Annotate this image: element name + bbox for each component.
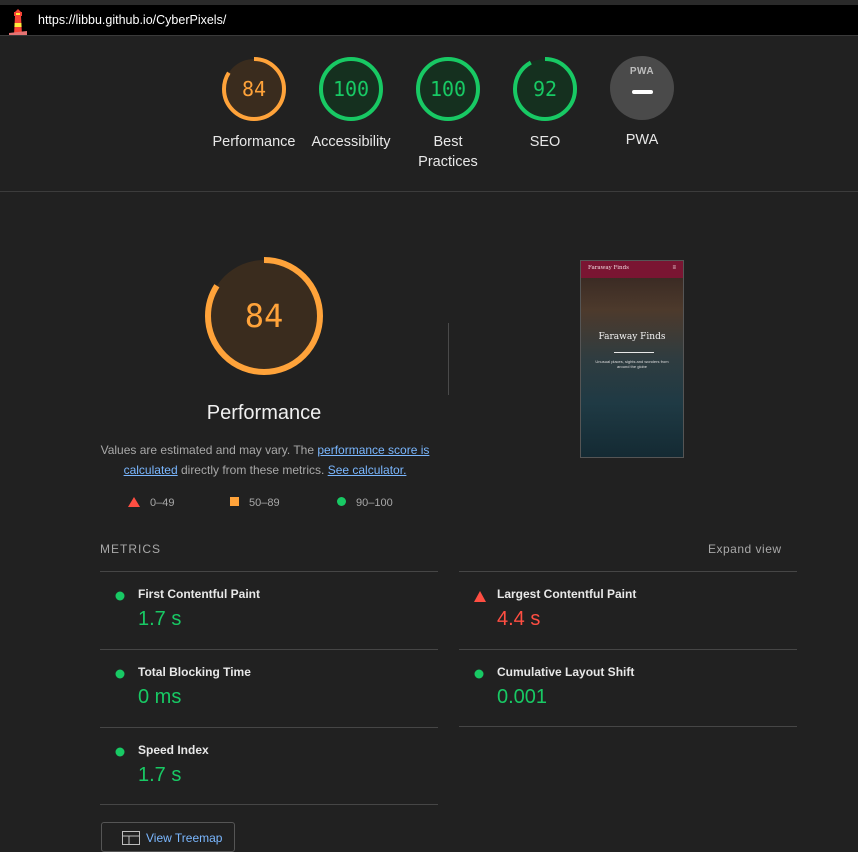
gauge-ring: 92: [512, 56, 578, 122]
metric-value: 1.7 s: [138, 608, 182, 630]
performance-gauge: 84: [204, 256, 324, 376]
screenshot-divider: [614, 352, 654, 353]
gauge-label: Accessibility: [311, 134, 391, 150]
screenshot-hero-title: Faraway Finds: [598, 332, 666, 342]
divider: [459, 726, 797, 727]
gauge-ring: 84: [221, 56, 287, 122]
metric-cumulative-layout-shift: Cumulative Layout Shift 0.001: [459, 649, 797, 728]
report-header: https://libbu.github.io/CyberPixels/: [0, 0, 858, 36]
metrics-header: METRICS: [100, 542, 161, 556]
green-circle-icon: [115, 591, 125, 601]
gauge-pwa[interactable]: PWA PWA: [592, 56, 692, 150]
desc-text: Values are estimated and may vary. The: [100, 443, 318, 457]
gauge-ring: 100: [415, 56, 481, 122]
gauge-score: 100: [429, 77, 467, 101]
view-treemap-button[interactable]: View Treemap: [101, 822, 235, 852]
desc-text: directly from these metrics.: [177, 463, 328, 477]
score-gauges: 84 Performance 100 Accessibility 100 Bes…: [0, 36, 858, 192]
final-screenshot[interactable]: Faraway Finds ≡ Faraway Finds Unusual pl…: [580, 260, 684, 458]
legend-range: 0–49: [150, 497, 175, 509]
gauge-performance[interactable]: 84 Performance: [204, 56, 304, 152]
divider: [100, 804, 438, 805]
screenshot-navbar: Faraway Finds ≡: [581, 261, 683, 278]
report-url[interactable]: https://libbu.github.io/CyberPixels/: [38, 13, 226, 27]
green-circle-icon: [115, 669, 125, 679]
performance-score: 84: [244, 297, 284, 335]
legend-fail: 0–49: [128, 497, 174, 513]
metric-first-contentful-paint: First Contentful Paint 1.7 s: [100, 571, 438, 650]
metric-value: 1.7 s: [138, 764, 182, 786]
red-triangle-icon: [128, 497, 140, 507]
metric-value: 0 ms: [138, 686, 182, 708]
metric-label: First Contentful Paint: [138, 587, 260, 601]
gauge-best-practices[interactable]: 100 Best Practices: [398, 56, 498, 172]
legend-range: 90–100: [356, 497, 393, 509]
metric-label: Largest Contentful Paint: [497, 587, 637, 601]
metric-label: Total Blocking Time: [138, 665, 251, 679]
gauge-accessibility[interactable]: 100 Accessibility: [301, 56, 401, 152]
legend-average: 50–89: [230, 497, 280, 513]
gauge-label: Best Practices: [418, 134, 478, 170]
performance-description: Values are estimated and may vary. The p…: [100, 440, 430, 480]
expand-view-toggle[interactable]: Expand view: [708, 542, 782, 556]
pwa-badge-text: PWA: [629, 66, 655, 77]
metric-label: Speed Index: [138, 743, 209, 757]
gauge-label: PWA: [625, 132, 659, 148]
screenshot-subtitle: Unusual places, sights and wonders from …: [595, 359, 669, 369]
see-calculator-link[interactable]: See calculator.: [328, 463, 407, 477]
green-circle-icon: [115, 747, 125, 757]
screenshot-brand: Faraway Finds: [588, 265, 629, 271]
orange-square-icon: [230, 497, 239, 506]
gauge-label: SEO: [529, 134, 561, 150]
gauge-seo[interactable]: 92 SEO: [495, 56, 595, 152]
green-circle-icon: [337, 497, 346, 506]
gauge-ring: 100: [318, 56, 384, 122]
metric-speed-index: Speed Index 1.7 s: [100, 727, 438, 806]
green-circle-icon: [474, 669, 484, 679]
metric-total-blocking-time: Total Blocking Time 0 ms: [100, 649, 438, 728]
gauge-score: 100: [332, 77, 370, 101]
red-triangle-icon: [474, 591, 486, 602]
gauge-score: 92: [532, 77, 558, 101]
lighthouse-logo-icon: [9, 9, 27, 35]
metric-label: Cumulative Layout Shift: [497, 665, 635, 679]
divider: [448, 323, 449, 395]
performance-title: Performance: [206, 402, 322, 424]
legend-pass: 90–100: [337, 497, 393, 513]
gauge-label: Performance: [212, 134, 296, 150]
hamburger-icon: ≡: [672, 265, 676, 271]
metric-value: 4.4 s: [497, 608, 541, 630]
metric-largest-contentful-paint: Largest Contentful Paint 4.4 s: [459, 571, 797, 650]
legend-range: 50–89: [249, 497, 280, 509]
gauge-score: 84: [241, 77, 267, 101]
metric-value: 0.001: [497, 686, 548, 708]
pwa-badge-icon: PWA: [610, 56, 674, 120]
pwa-dash-icon: [632, 90, 653, 94]
